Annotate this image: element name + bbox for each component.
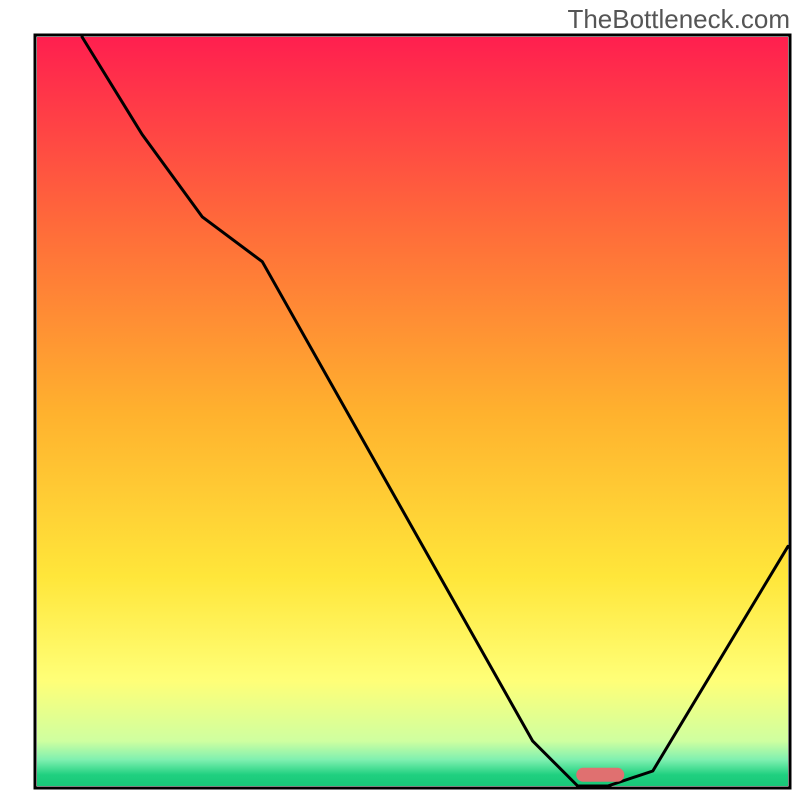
bottleneck-chart xyxy=(0,0,800,800)
optimal-marker xyxy=(576,768,624,782)
watermark-text: TheBottleneck.com xyxy=(567,4,790,35)
plot-background xyxy=(37,37,788,786)
